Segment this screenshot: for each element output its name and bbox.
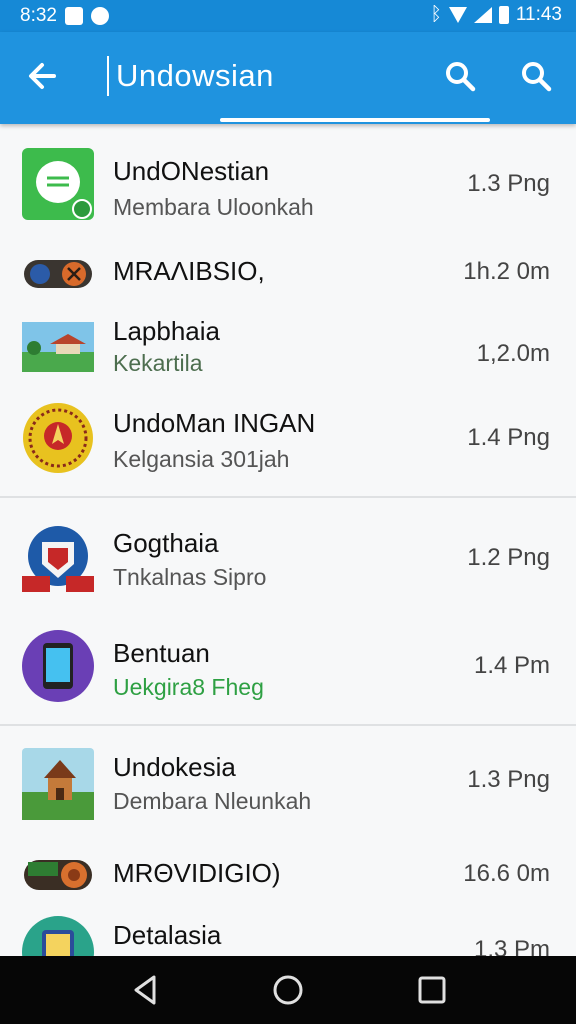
status-clock: 11:43 — [515, 4, 562, 25]
item-title: Bentuan — [113, 638, 210, 668]
search-icon[interactable] — [442, 58, 478, 94]
back-arrow-icon[interactable] — [24, 56, 64, 96]
section-divider — [0, 496, 576, 498]
item-meta: 1.3 Pm — [473, 936, 550, 956]
item-meta: 1h.2 0m — [463, 258, 550, 285]
search-icon-secondary[interactable] — [518, 58, 554, 94]
item-subtitle: Kelgansia 301jah — [113, 446, 290, 472]
village-app-icon — [22, 748, 94, 820]
back-nav-icon[interactable] — [128, 972, 164, 1008]
search-input[interactable]: Undowsian — [116, 58, 274, 94]
wifi-icon — [448, 7, 467, 23]
list-item[interactable]: Bentuan Uekgira8 Fheg 1.4 Pm — [0, 624, 576, 714]
item-subtitle: Membara Uloonkah — [113, 194, 314, 220]
item-title: MRΘVIDIGIO) — [113, 858, 281, 888]
item-title: UndoMan INGAN — [113, 408, 316, 438]
item-meta: 16.6 0m — [463, 860, 550, 887]
item-title: Undokesia — [113, 752, 236, 782]
status-bar: 8:32 ᛒ 11:43 — [0, 0, 576, 32]
item-meta: 1,2.0m — [476, 340, 550, 367]
app-notification-icon — [90, 7, 109, 25]
list-item[interactable]: Detalasia 1.3 Pm — [0, 914, 576, 956]
status-time: 8:32 — [20, 5, 57, 26]
item-meta: 1.3 Png — [467, 170, 550, 197]
list-item[interactable]: UndONestian Membara Uloonkah 1.3 Png — [0, 144, 576, 230]
navigation-bar — [0, 956, 576, 1024]
list-item[interactable]: MRΘVIDIGIO) 16.6 0m — [0, 846, 576, 906]
home-nav-icon[interactable] — [270, 972, 306, 1008]
game-controller-icon — [24, 260, 92, 288]
search-cursor — [107, 56, 109, 96]
item-title: MRAΛIBSIO, — [113, 256, 265, 286]
tablet-app-icon — [22, 916, 94, 956]
item-meta: 1.4 Pm — [473, 652, 550, 679]
item-meta: 1.3 Png — [467, 766, 550, 793]
search-underline — [220, 118, 490, 122]
emblem-icon — [23, 403, 93, 473]
recents-nav-icon[interactable] — [414, 972, 450, 1008]
crest-icon — [22, 526, 94, 592]
item-title: Lapbhaia — [113, 316, 220, 346]
item-meta: 1.2 Png — [467, 544, 550, 571]
app-bar: Undowsian — [0, 32, 576, 124]
list-item[interactable]: UndoMan INGAN Kelgansia 301jah 1.4 Png — [0, 394, 576, 484]
notification-icon — [64, 7, 83, 25]
item-subtitle: Tnkalnas Sipro — [113, 564, 267, 590]
chat-app-icon — [22, 148, 94, 220]
battery-icon — [498, 6, 509, 24]
phone-app-icon — [22, 630, 94, 702]
landscape-app-icon — [22, 322, 94, 372]
item-title: Gogthaia — [113, 528, 219, 558]
list-item[interactable]: Lapbhaia Kekartila 1,2.0m — [0, 310, 576, 380]
item-title: UndONestian — [113, 156, 270, 186]
game-controller-icon-2 — [24, 860, 92, 890]
item-meta: 1.4 Png — [467, 424, 550, 451]
item-subtitle: Kekartila — [113, 350, 203, 376]
section-divider — [0, 724, 576, 726]
signal-icon — [473, 7, 492, 23]
list-item[interactable]: Gogthaia Tnkalnas Sipro 1.2 Png — [0, 514, 576, 604]
bluetooth-icon: ᛒ — [430, 4, 442, 25]
item-subtitle: Uekgira8 Fheg — [113, 674, 264, 700]
list-item[interactable]: Undokesia Dembara Nleunkah 1.3 Png — [0, 742, 576, 832]
item-subtitle: Dembara Nleunkah — [113, 788, 312, 814]
list-item[interactable]: MRAΛIBSIO, 1h.2 0m — [0, 242, 576, 306]
item-title: Detalasia — [113, 920, 222, 950]
